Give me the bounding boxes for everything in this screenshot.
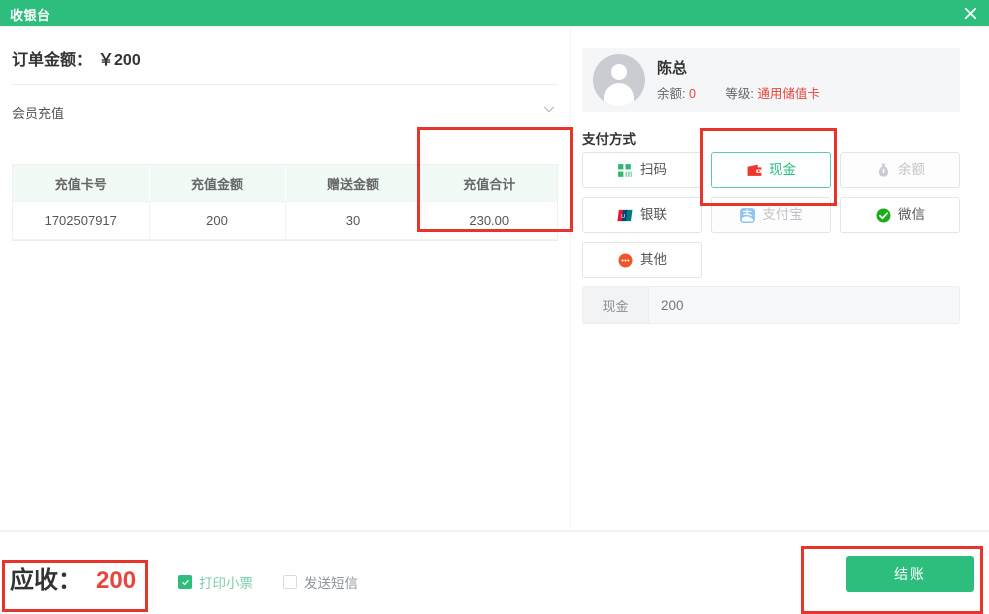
- pay-method-label: 余额: [898, 163, 925, 177]
- member-recharge-label: 会员充值: [12, 103, 64, 122]
- footer-bar: 应收： 200 打印小票 发送短信: [0, 532, 989, 614]
- divider-top: [12, 84, 558, 85]
- receivable-amount: 应收： 200: [10, 560, 136, 595]
- member-info-card: 陈总 余额: 0 等级: 通用储值卡: [582, 48, 960, 112]
- checkbox-sms-label: 发送短信: [304, 572, 358, 592]
- cell-card-no: 1702507917: [13, 202, 149, 240]
- pay-method-label: 银联: [640, 208, 667, 222]
- qrcode-icon: [617, 162, 634, 179]
- member-recharge-section-header[interactable]: 会员充值: [12, 100, 558, 126]
- pay-method-scan[interactable]: 扫码: [582, 152, 702, 188]
- checkbox-print-label: 打印小票: [199, 572, 253, 592]
- order-amount-value: ￥200: [98, 52, 141, 69]
- cash-amount-row: 现金: [582, 286, 960, 324]
- pay-method-balance[interactable]: 余额: [840, 152, 960, 188]
- pay-method-unionpay[interactable]: U 银联: [582, 197, 702, 233]
- receivable-value: 200: [96, 567, 136, 594]
- window-titlebar: 收银台: [0, 0, 989, 26]
- table-row[interactable]: 1702507917 200 30 230.00: [13, 202, 557, 240]
- checkbox-checked-icon: [178, 575, 192, 589]
- user-avatar-icon: [593, 54, 645, 106]
- alipay-icon: [739, 207, 756, 224]
- pay-method-label: 支付宝: [762, 208, 803, 222]
- receivable-label: 应收：: [10, 567, 82, 594]
- col-header-total: 充值合计: [421, 165, 557, 202]
- table-header-row: 充值卡号 充值金额 赠送金额 充值合计: [13, 165, 557, 202]
- level-label: 等级:: [725, 87, 753, 101]
- order-amount-row: 订单金额： ￥200: [12, 46, 141, 70]
- other-icon: [617, 252, 634, 269]
- cell-total: 230.00: [421, 202, 557, 240]
- member-name: 陈总: [657, 57, 687, 78]
- unionpay-icon: U: [617, 207, 634, 224]
- payment-panel: 陈总 余额: 0 等级: 通用储值卡 支付方式: [571, 28, 989, 528]
- col-header-card-no: 充值卡号: [13, 165, 149, 202]
- pay-method-wechat[interactable]: 微信: [840, 197, 960, 233]
- window-title: 收银台: [10, 5, 51, 24]
- level-value: 通用储值卡: [757, 87, 820, 101]
- checkout-button[interactable]: 结账: [846, 556, 974, 592]
- svg-text:U: U: [621, 213, 625, 219]
- cash-amount-input[interactable]: [649, 287, 959, 323]
- cash-amount-label: 现金: [583, 287, 649, 323]
- pay-method-label: 微信: [898, 208, 925, 222]
- pay-method-alipay[interactable]: 支付宝: [711, 197, 831, 233]
- wallet-icon: [746, 162, 763, 179]
- pay-method-cash[interactable]: 现金: [711, 152, 831, 188]
- payment-method-grid: 扫码 现金: [582, 152, 960, 278]
- recharge-table-wrapper: 充值卡号 充值金额 赠送金额 充值合计 1702507917 200 30 23…: [12, 164, 558, 241]
- chevron-down-icon[interactable]: [542, 102, 556, 116]
- checkbox-print-receipt[interactable]: 打印小票: [178, 572, 253, 592]
- balance-label: 余额:: [657, 87, 685, 101]
- cell-bonus: 30: [285, 202, 421, 240]
- wechat-icon: [875, 207, 892, 224]
- pay-method-label: 现金: [769, 163, 796, 177]
- order-amount-label: 订单金额：: [12, 52, 92, 69]
- cell-amount: 200: [149, 202, 285, 240]
- cashier-dialog: 收银台 订单金额： ￥200 会员充值 充值卡号: [0, 0, 989, 614]
- checkbox-unchecked-icon: [283, 575, 297, 589]
- order-panel: 订单金额： ￥200 会员充值 充值卡号 充值金额 赠送金额 充值合计: [0, 28, 570, 528]
- recharge-table: 充值卡号 充值金额 赠送金额 充值合计 1702507917 200 30 23…: [13, 165, 557, 240]
- moneybag-icon: [875, 162, 892, 179]
- balance-value: 0: [689, 87, 696, 101]
- checkbox-send-sms[interactable]: 发送短信: [283, 572, 358, 592]
- pay-method-label: 扫码: [640, 163, 667, 177]
- pay-method-label: 其他: [640, 253, 667, 267]
- member-meta: 余额: 0 等级: 通用储值卡: [657, 83, 820, 102]
- col-header-amount: 充值金额: [149, 165, 285, 202]
- close-icon[interactable]: [959, 2, 981, 24]
- pay-method-other[interactable]: 其他: [582, 242, 702, 278]
- payment-method-title: 支付方式: [582, 128, 636, 148]
- col-header-bonus: 赠送金额: [285, 165, 421, 202]
